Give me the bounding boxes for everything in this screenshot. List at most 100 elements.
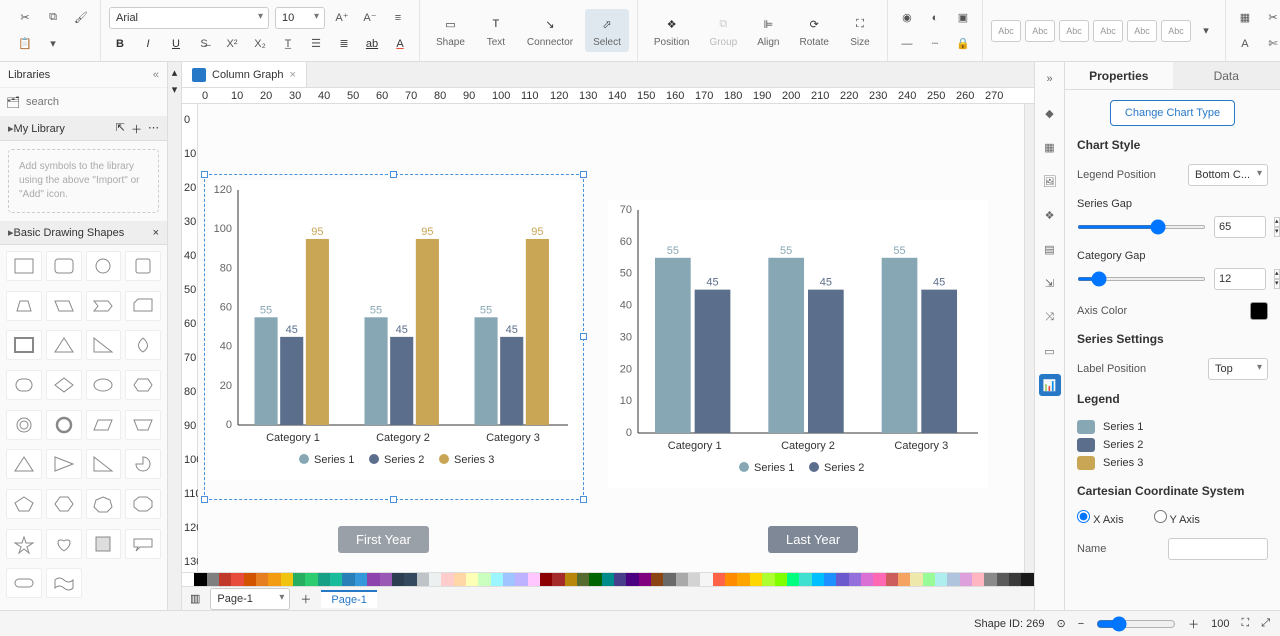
mylib-section[interactable]: ▸ My Library ⇱＋⋯ (0, 117, 167, 141)
palette-swatch[interactable] (873, 573, 885, 586)
fullscreen-icon[interactable]: ⤢ (1261, 617, 1270, 630)
collapse-libraries-icon[interactable]: « (153, 69, 159, 81)
quick-style-3[interactable]: Abc (1059, 20, 1089, 42)
shape-pentagon[interactable] (6, 489, 42, 519)
shape-tool[interactable]: ▭Shape (428, 9, 473, 52)
highlight-icon[interactable]: ab (361, 33, 383, 55)
shape-right-triangle[interactable] (86, 330, 122, 360)
palette-swatch[interactable] (342, 573, 354, 586)
decrease-font-icon[interactable]: A⁻ (359, 7, 381, 29)
legend-item[interactable]: Series 2 (1077, 436, 1268, 454)
page-icon[interactable]: ▤ (1039, 238, 1061, 260)
chart-label-first[interactable]: First Year (338, 526, 429, 553)
xaxis-radio[interactable]: X Axis (1077, 510, 1124, 526)
shadow-icon[interactable]: ◐ (924, 7, 946, 29)
palette-swatch[interactable] (454, 573, 466, 586)
quick-style-5[interactable]: Abc (1127, 20, 1157, 42)
rotate-tool[interactable]: ⟳Rotate (791, 9, 836, 52)
close-tab-icon[interactable]: × (290, 69, 296, 81)
format-painter-icon[interactable]: 🖌 (70, 7, 92, 29)
close-basic-icon[interactable]: × (153, 227, 159, 239)
shape-frame[interactable] (6, 330, 42, 360)
library-search-input[interactable] (26, 92, 168, 112)
export-icon[interactable]: ⇲ (1039, 272, 1061, 294)
shape-chevron[interactable] (86, 291, 122, 321)
shape-parallelogram2[interactable] (86, 410, 122, 440)
shape-thick-circle[interactable] (46, 410, 82, 440)
series-gap-stepper[interactable]: ▴▾ (1274, 217, 1280, 237)
increase-font-icon[interactable]: A⁺ (331, 7, 353, 29)
grid-icon[interactable]: ▦ (1039, 136, 1061, 158)
fit-page-icon[interactable]: ⛶ (1241, 617, 1249, 630)
doc-tab[interactable]: Column Graph × (182, 62, 307, 87)
theme-icon[interactable]: ◆ (1039, 102, 1061, 124)
styles-more-icon[interactable]: ▾ (1195, 20, 1217, 42)
palette-swatch[interactable] (626, 573, 638, 586)
library-menu-icon[interactable]: 🗂 (6, 96, 20, 109)
picture-icon[interactable]: ▣ (952, 7, 974, 29)
text-case-icon[interactable]: T̲ (277, 33, 299, 55)
shape-heptagon[interactable] (86, 489, 122, 519)
shape-hexagon2[interactable] (46, 489, 82, 519)
zoom-in-icon[interactable]: ＋ (1188, 616, 1199, 632)
shape-drop[interactable] (125, 330, 161, 360)
palette-swatch[interactable] (775, 573, 787, 586)
palette-swatch[interactable] (651, 573, 663, 586)
legend-item[interactable]: Series 1 (1077, 418, 1268, 436)
palette-swatch[interactable] (676, 573, 688, 586)
palette-swatch[interactable] (602, 573, 614, 586)
palette-swatch[interactable] (281, 573, 293, 586)
zoom-out-icon[interactable]: − (1078, 618, 1084, 630)
palette-swatch[interactable] (861, 573, 873, 586)
change-chart-type-button[interactable]: Change Chart Type (1110, 100, 1235, 126)
palette-swatch[interactable] (231, 573, 243, 586)
page-tab[interactable]: Page-1 (321, 590, 376, 608)
shape-double-circle[interactable] (6, 410, 42, 440)
palette-swatch[interactable] (194, 573, 206, 586)
bullets-icon[interactable]: ☰ (305, 33, 327, 55)
label-position-select[interactable] (1208, 358, 1268, 380)
palette-swatch[interactable] (244, 573, 256, 586)
category-gap-stepper[interactable]: ▴▾ (1274, 269, 1280, 289)
shape-circle[interactable] (86, 251, 122, 281)
palette-swatch[interactable] (700, 573, 712, 586)
palette-swatch[interactable] (515, 573, 527, 586)
palette-swatch[interactable] (725, 573, 737, 586)
palette-swatch[interactable] (256, 573, 268, 586)
subscript-icon[interactable]: X₂ (249, 33, 271, 55)
palette-swatch[interactable] (688, 573, 700, 586)
palette-swatch[interactable] (540, 573, 552, 586)
shape-trapezoid2[interactable] (125, 410, 161, 440)
quick-style-1[interactable]: Abc (991, 20, 1021, 42)
palette-swatch[interactable] (663, 573, 675, 586)
palette-swatch[interactable] (923, 573, 935, 586)
category-gap-value[interactable] (1214, 268, 1266, 290)
palette-swatch[interactable] (404, 573, 416, 586)
lock-icon[interactable]: 🔒 (952, 33, 974, 55)
zoom-slider[interactable] (1096, 616, 1176, 632)
strikethrough-icon[interactable]: S̶ (193, 33, 215, 55)
pages-icon[interactable]: ▥ (190, 592, 200, 605)
shuffle-icon[interactable]: ⤨ (1039, 306, 1061, 328)
axis-name-input[interactable] (1168, 538, 1268, 560)
palette-swatch[interactable] (1021, 573, 1033, 586)
palette-swatch[interactable] (713, 573, 725, 586)
palette-swatch[interactable] (528, 573, 540, 586)
palette-swatch[interactable] (441, 573, 453, 586)
palette-swatch[interactable] (305, 573, 317, 586)
quick-style-6[interactable]: Abc (1161, 20, 1191, 42)
tab-properties[interactable]: Properties (1065, 62, 1173, 89)
palette-swatch[interactable] (355, 573, 367, 586)
shape-card[interactable] (125, 291, 161, 321)
shape-rounded-rect[interactable] (46, 251, 82, 281)
palette-swatch[interactable] (639, 573, 651, 586)
quick-style-4[interactable]: Abc (1093, 20, 1123, 42)
palette-swatch[interactable] (503, 573, 515, 586)
text-align-icon[interactable]: ≡ (387, 7, 409, 29)
palette-swatch[interactable] (614, 573, 626, 586)
palette-swatch[interactable] (960, 573, 972, 586)
shape-parallelogram[interactable] (46, 291, 82, 321)
palette-swatch[interactable] (330, 573, 342, 586)
legend-item[interactable]: Series 3 (1077, 454, 1268, 472)
chart-icon[interactable]: 📊 (1039, 374, 1061, 396)
